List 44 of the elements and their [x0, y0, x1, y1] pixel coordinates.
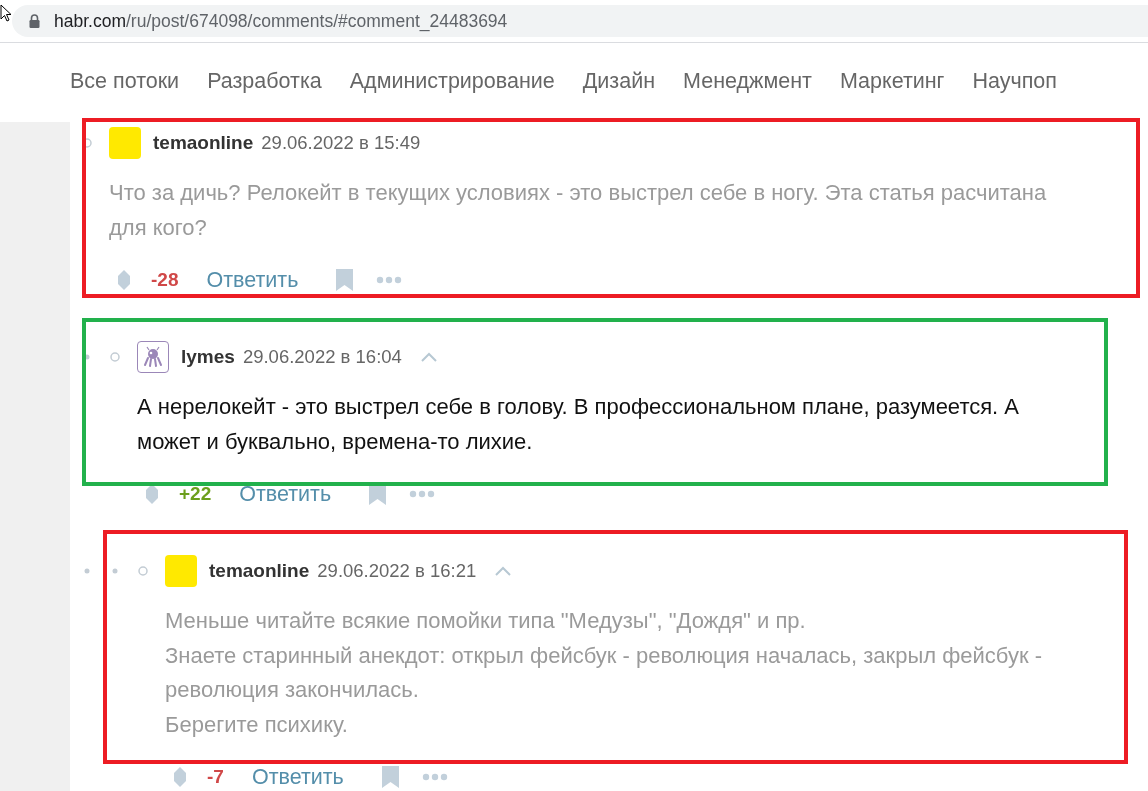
more-icon[interactable] — [376, 276, 403, 284]
comment-date[interactable]: 29.06.2022 в 16:21 — [317, 560, 477, 582]
thread-dot-icon — [112, 568, 118, 574]
reply-link[interactable]: Ответить — [251, 764, 344, 790]
nav-link[interactable]: Менеджмент — [683, 68, 812, 94]
bookmark-icon[interactable] — [369, 483, 387, 505]
author-name[interactable]: temaonline — [153, 132, 254, 154]
reply-link[interactable]: Ответить — [239, 481, 332, 507]
comment-text: Что за дичь? Релокейт в текущих условиях - это выстрел себе в ногу. Эта статья расчитана для кого? — [109, 179, 1048, 242]
robot-avatar-icon[interactable] — [137, 341, 169, 373]
bookmark-icon[interactable] — [381, 766, 399, 788]
mouse-cursor-icon — [0, 4, 12, 23]
avatar[interactable] — [109, 127, 141, 159]
more-icon[interactable] — [421, 773, 448, 781]
comment-score: +22 — [179, 483, 212, 505]
avatar[interactable] — [165, 555, 197, 587]
nav-link[interactable]: Администрирование — [349, 68, 555, 94]
nav-link[interactable]: Научпоп — [972, 68, 1057, 94]
comment-score: -7 — [207, 766, 224, 788]
comment-text: А нерелокейт - это выстрел себе в голову. В профессиональном плане, разумеется. А может и буквально, времена-то лихие. — [137, 393, 1021, 456]
author-name[interactable]: lymes — [181, 346, 235, 368]
nav-link[interactable]: Разработка — [207, 68, 322, 94]
comment-score: -28 — [151, 269, 179, 291]
nav-link[interactable]: Все потоки — [70, 68, 180, 94]
thread-dot-icon — [84, 354, 90, 360]
bookmark-icon[interactable] — [336, 269, 354, 291]
nav-link[interactable]: Маркетинг — [839, 68, 945, 94]
author-name[interactable]: temaonline — [209, 560, 310, 582]
vote-icon[interactable] — [145, 483, 159, 505]
chevron-up-icon[interactable] — [419, 352, 438, 362]
thread-circle-icon — [110, 352, 120, 362]
thread-dot-icon — [84, 568, 90, 574]
thread-circle-icon — [138, 566, 148, 576]
reply-link[interactable]: Ответить — [206, 267, 299, 293]
vote-icon[interactable] — [117, 269, 131, 291]
chevron-up-icon[interactable] — [494, 566, 513, 576]
lock-icon — [29, 14, 40, 28]
robot-figure-icon — [143, 346, 163, 368]
nav-link[interactable]: Дизайн — [582, 68, 656, 94]
comment-text: Меньше читайте всякие помойки типа "Медузы", "Дождя" и пр. Знаете старинный анекдот: открыл фейсбук - революция началась, закрыл фейсбук - революция закончилась. Берегите психику. — [165, 607, 1043, 739]
comment-date[interactable]: 29.06.2022 в 15:49 — [261, 132, 421, 154]
more-icon[interactable] — [409, 490, 436, 498]
comment-date[interactable]: 29.06.2022 в 16:04 — [242, 346, 402, 368]
vote-icon[interactable] — [173, 766, 187, 788]
